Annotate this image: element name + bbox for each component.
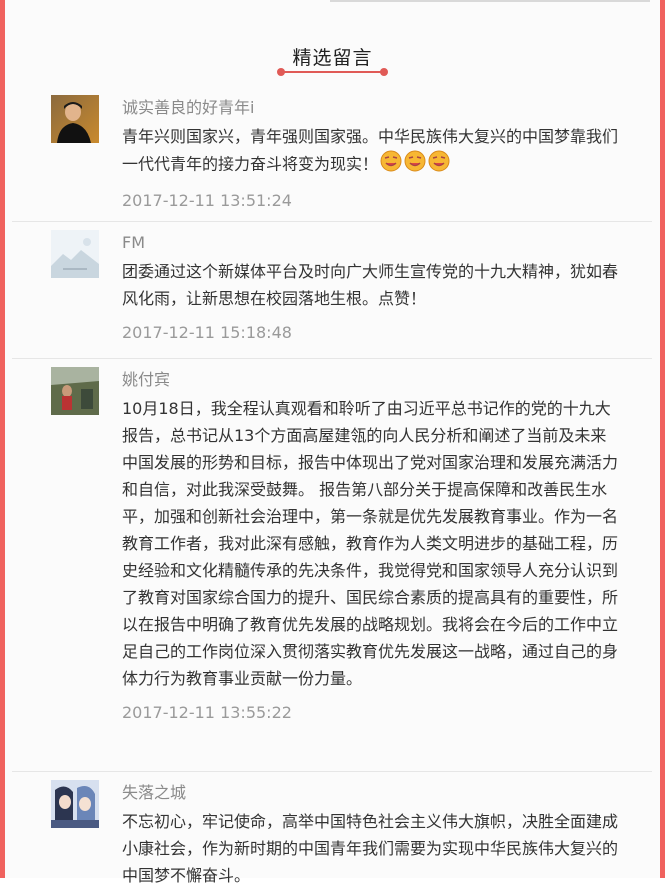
comment-nickname: 姚付宾 (122, 370, 171, 389)
anime-illustration-avatar[interactable] (51, 780, 99, 828)
outdoor-photo-avatar[interactable] (51, 367, 99, 415)
smiling-face-icon (404, 150, 426, 180)
comment-item: FM 团委通过这个新媒体平台及时向广大师生宣传党的十九大精神，犹如春风化雨，让新… (12, 222, 652, 359)
comment-nickname: 失落之城 (122, 783, 187, 802)
landscape-placeholder-avatar[interactable] (51, 230, 99, 278)
section-title: 精选留言 (292, 47, 373, 69)
comment-item: 姚付宾 10月18日，我全程认真观看和聆听了由习近平总书记作的党的十九大报告，总… (12, 359, 652, 772)
comment-text: 不忘初心，牢记使命，高举中国特色社会主义伟大旗帜，决胜全面建成小康社会，作为新时… (122, 812, 619, 885)
comment-timestamp: 2017-12-11 15:18:48 (122, 323, 292, 342)
comment-text: 10月18日，我全程认真观看和聆听了由习近平总书记作的党的十九大报告，总书记从1… (122, 399, 619, 688)
comment-timestamp: 2017-12-11 13:55:22 (122, 703, 292, 722)
comment-text: 团委通过这个新媒体平台及时向广大师生宣传党的十九大精神，犹如春风化雨，让新思想在… (122, 262, 619, 308)
comment-item: 失落之城 不忘初心，牢记使命，高举中国特色社会主义伟大旗帜，决胜全面建成小康社会… (12, 772, 652, 885)
title-underline (280, 71, 385, 73)
smiling-face-icon (380, 150, 402, 180)
underline-dot-right (380, 68, 388, 76)
comment-timestamp: 2017-12-11 13:51:24 (122, 191, 292, 210)
person-portrait-avatar[interactable] (51, 95, 99, 143)
smiling-face-icon (428, 150, 450, 180)
comment-nickname: 诚实善良的好青年i (122, 98, 255, 117)
featured-comments-header: 精选留言 (0, 40, 665, 80)
comment-text: 青年兴则国家兴，青年强则国家强。中华民族伟大复兴的中国梦靠我们一代代青年的接力奋… (122, 123, 622, 180)
top-divider (330, 0, 650, 2)
underline-dot-left (277, 68, 285, 76)
comment-nickname: FM (122, 233, 146, 252)
comment-list: 诚实善良的好青年i 青年兴则国家兴，青年强则国家强。中华民族伟大复兴的中国梦靠我… (12, 87, 652, 885)
comment-item: 诚实善良的好青年i 青年兴则国家兴，青年强则国家强。中华民族伟大复兴的中国梦靠我… (12, 87, 652, 222)
